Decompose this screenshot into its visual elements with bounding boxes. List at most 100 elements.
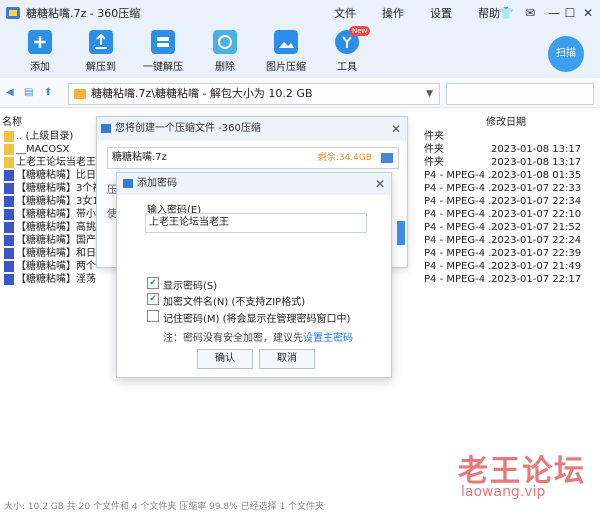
item-date: 2023-01-07 22:17	[491, 274, 582, 285]
add-label: 添加	[30, 62, 50, 73]
set-master-password-link[interactable]: 设置主密码	[303, 333, 353, 344]
item-name: 【糖糖粘嘴】和日	[16, 248, 96, 259]
one-click-extract-label: 一键解压	[143, 62, 183, 73]
create-dialog-header: 您将创建一个压缩文件 -360压缩 ✕	[97, 117, 407, 141]
item-date: 2023-01-08 01:35	[491, 170, 582, 181]
close-icon[interactable]: ✕	[391, 117, 401, 141]
video-icon	[4, 196, 14, 207]
folder-icon	[4, 144, 14, 155]
menu-settings[interactable]: 设置	[430, 5, 452, 21]
video-icon	[4, 209, 14, 220]
up-folder-icon	[4, 131, 14, 142]
password-dialog: 添加密码 ✕ 输入密码(E) 上老王论坛当老王 ✔ 显示密码(S) ✔ 加密文件…	[116, 172, 392, 378]
remaining-space: 剩余:34.4GB	[317, 153, 372, 163]
folder-icon	[4, 157, 14, 168]
encrypt-filenames-checkbox[interactable]: ✔	[147, 293, 159, 305]
item-date: 2023-01-08 13:17	[491, 144, 582, 155]
tshirt-icon[interactable]: 👕	[494, 0, 518, 26]
tools-label: 工具	[337, 62, 357, 73]
item-date: 2023-01-07 22:10	[491, 209, 582, 220]
video-icon	[4, 248, 14, 259]
password-dialog-header: 添加密码 ✕	[117, 173, 391, 195]
extract-to-button[interactable]: 解压到	[73, 30, 129, 73]
item-type: 件夹	[424, 131, 444, 142]
archive-filename: 糖糖粘嘴.7z	[112, 152, 167, 163]
close-icon[interactable]: ✕	[375, 173, 385, 195]
extract-to-icon	[89, 30, 113, 54]
item-type: P4 - MPEG-4 ...	[424, 235, 498, 246]
extract-to-label: 解压到	[86, 62, 116, 73]
item-date: 2023-01-07 21:52	[491, 222, 582, 233]
item-name: 【糖糖粘嘴】淫荡	[16, 274, 96, 285]
image-compress-label: 图片压缩	[266, 62, 306, 73]
menu-operate[interactable]: 操作	[382, 5, 404, 21]
one-click-extract-icon	[151, 30, 175, 54]
item-type: 件夹	[424, 157, 444, 168]
password-dialog-title: 添加密码	[137, 178, 177, 189]
item-name: .. (上级目录)	[16, 131, 74, 142]
chevron-down-icon[interactable]: ▼	[426, 84, 433, 104]
encrypt-filenames-label: 加密文件名(N) (不支持ZIP格式)	[163, 297, 306, 308]
col-name[interactable]: 名称	[2, 113, 22, 128]
folder-icon[interactable]	[381, 153, 393, 163]
item-type: P4 - MPEG-4 ...	[424, 222, 498, 233]
delete-label: 删除	[215, 62, 235, 73]
item-name: 【糖糖粘嘴】3个视	[16, 183, 103, 194]
item-type: P4 - MPEG-4 ...	[424, 248, 498, 259]
item-type: P4 - MPEG-4 ...	[424, 170, 498, 181]
item-type: P4 - MPEG-4 ...	[424, 183, 498, 194]
delete-button[interactable]: 删除	[197, 30, 253, 73]
search-input[interactable]	[446, 83, 594, 105]
archive-filename-field[interactable]: 糖糖粘嘴.7z 剩余:34.4GB ▼	[107, 147, 399, 169]
confirm-button[interactable]: 确认	[197, 349, 253, 369]
window-title: 糖糖粘嘴.7z - 360压缩	[26, 7, 141, 20]
show-password-checkbox[interactable]: ✔	[147, 277, 159, 289]
note-text: 注：密码没有安全加密，建议先	[163, 333, 303, 344]
item-name: __MACOSX	[16, 144, 70, 155]
scan-button[interactable]: 扫描	[548, 36, 584, 72]
address-row: ◀ ▤ ⬆ 糖糖粘嘴.7z\糖糖粘嘴 - 解包大小为 10.2 GB ▼	[0, 80, 600, 108]
menu-file[interactable]: 文件	[334, 5, 356, 21]
back-arrow-icon[interactable]: ◀	[6, 88, 16, 98]
video-icon	[4, 170, 14, 181]
watermark-url: laowang.vip	[461, 484, 546, 500]
one-click-extract-button[interactable]: 一键解压	[135, 30, 191, 73]
title-bar: 糖糖粘嘴.7z - 360压缩 文件 操作 设置 帮助 👕 ✉ — ☐ ✕	[0, 0, 600, 26]
col-date[interactable]: 修改日期	[486, 113, 526, 128]
up-arrow-icon[interactable]: ⬆	[44, 88, 54, 98]
item-date: 2023-01-07 22:33	[491, 183, 582, 194]
create-dialog-title: 您将创建一个压缩文件 -360压缩	[115, 123, 261, 134]
add-button[interactable]: 添加	[12, 30, 68, 73]
item-date: 2023-01-07 22:34	[491, 196, 582, 207]
address-path: 糖糖粘嘴.7z\糖糖粘嘴 - 解包大小为 10.2 GB	[91, 87, 313, 100]
item-type: P4 - MPEG-4 ...	[424, 209, 498, 220]
lock-icon	[123, 179, 133, 188]
video-icon	[4, 222, 14, 233]
item-date: 2023-01-07 21:49	[491, 261, 582, 272]
item-name: 上老王论坛当老王	[16, 157, 96, 168]
tools-button[interactable]: New 工具	[319, 26, 375, 73]
video-icon	[4, 261, 14, 272]
video-icon	[4, 183, 14, 194]
password-field[interactable]: 上老王论坛当老王	[145, 213, 367, 233]
remember-password-checkbox[interactable]	[147, 310, 159, 322]
item-name: 【糖糖粘嘴】比日	[16, 170, 96, 181]
remember-password-label: 记住密码(M) (将会显示在管理密码窗口中)	[163, 314, 351, 325]
create-button-edge[interactable]	[397, 221, 405, 245]
view-icon[interactable]: ▤	[24, 88, 34, 98]
item-name: 【糖糖粘嘴】3女1	[16, 196, 99, 207]
new-badge: New	[349, 26, 371, 36]
archive-icon	[101, 124, 111, 133]
item-type: P4 - MPEG-4 ...	[424, 274, 498, 285]
image-compress-button[interactable]: 图片压缩	[258, 30, 314, 73]
close-button[interactable]: ✕	[576, 0, 600, 26]
cancel-button[interactable]: 取消	[259, 349, 315, 369]
archive-icon	[74, 89, 86, 99]
item-type: 件夹	[424, 144, 444, 155]
item-type: P4 - MPEG-4 ...	[424, 261, 498, 272]
mail-icon[interactable]: ✉	[518, 0, 542, 26]
delete-icon	[213, 30, 237, 54]
item-name: 【糖糖粘嘴】国产	[16, 235, 96, 246]
address-bar[interactable]: 糖糖粘嘴.7z\糖糖粘嘴 - 解包大小为 10.2 GB ▼	[68, 83, 440, 105]
toolbar: 添加 解压到 一键解压 删除 图片压缩 New 工具 扫描	[0, 26, 600, 78]
